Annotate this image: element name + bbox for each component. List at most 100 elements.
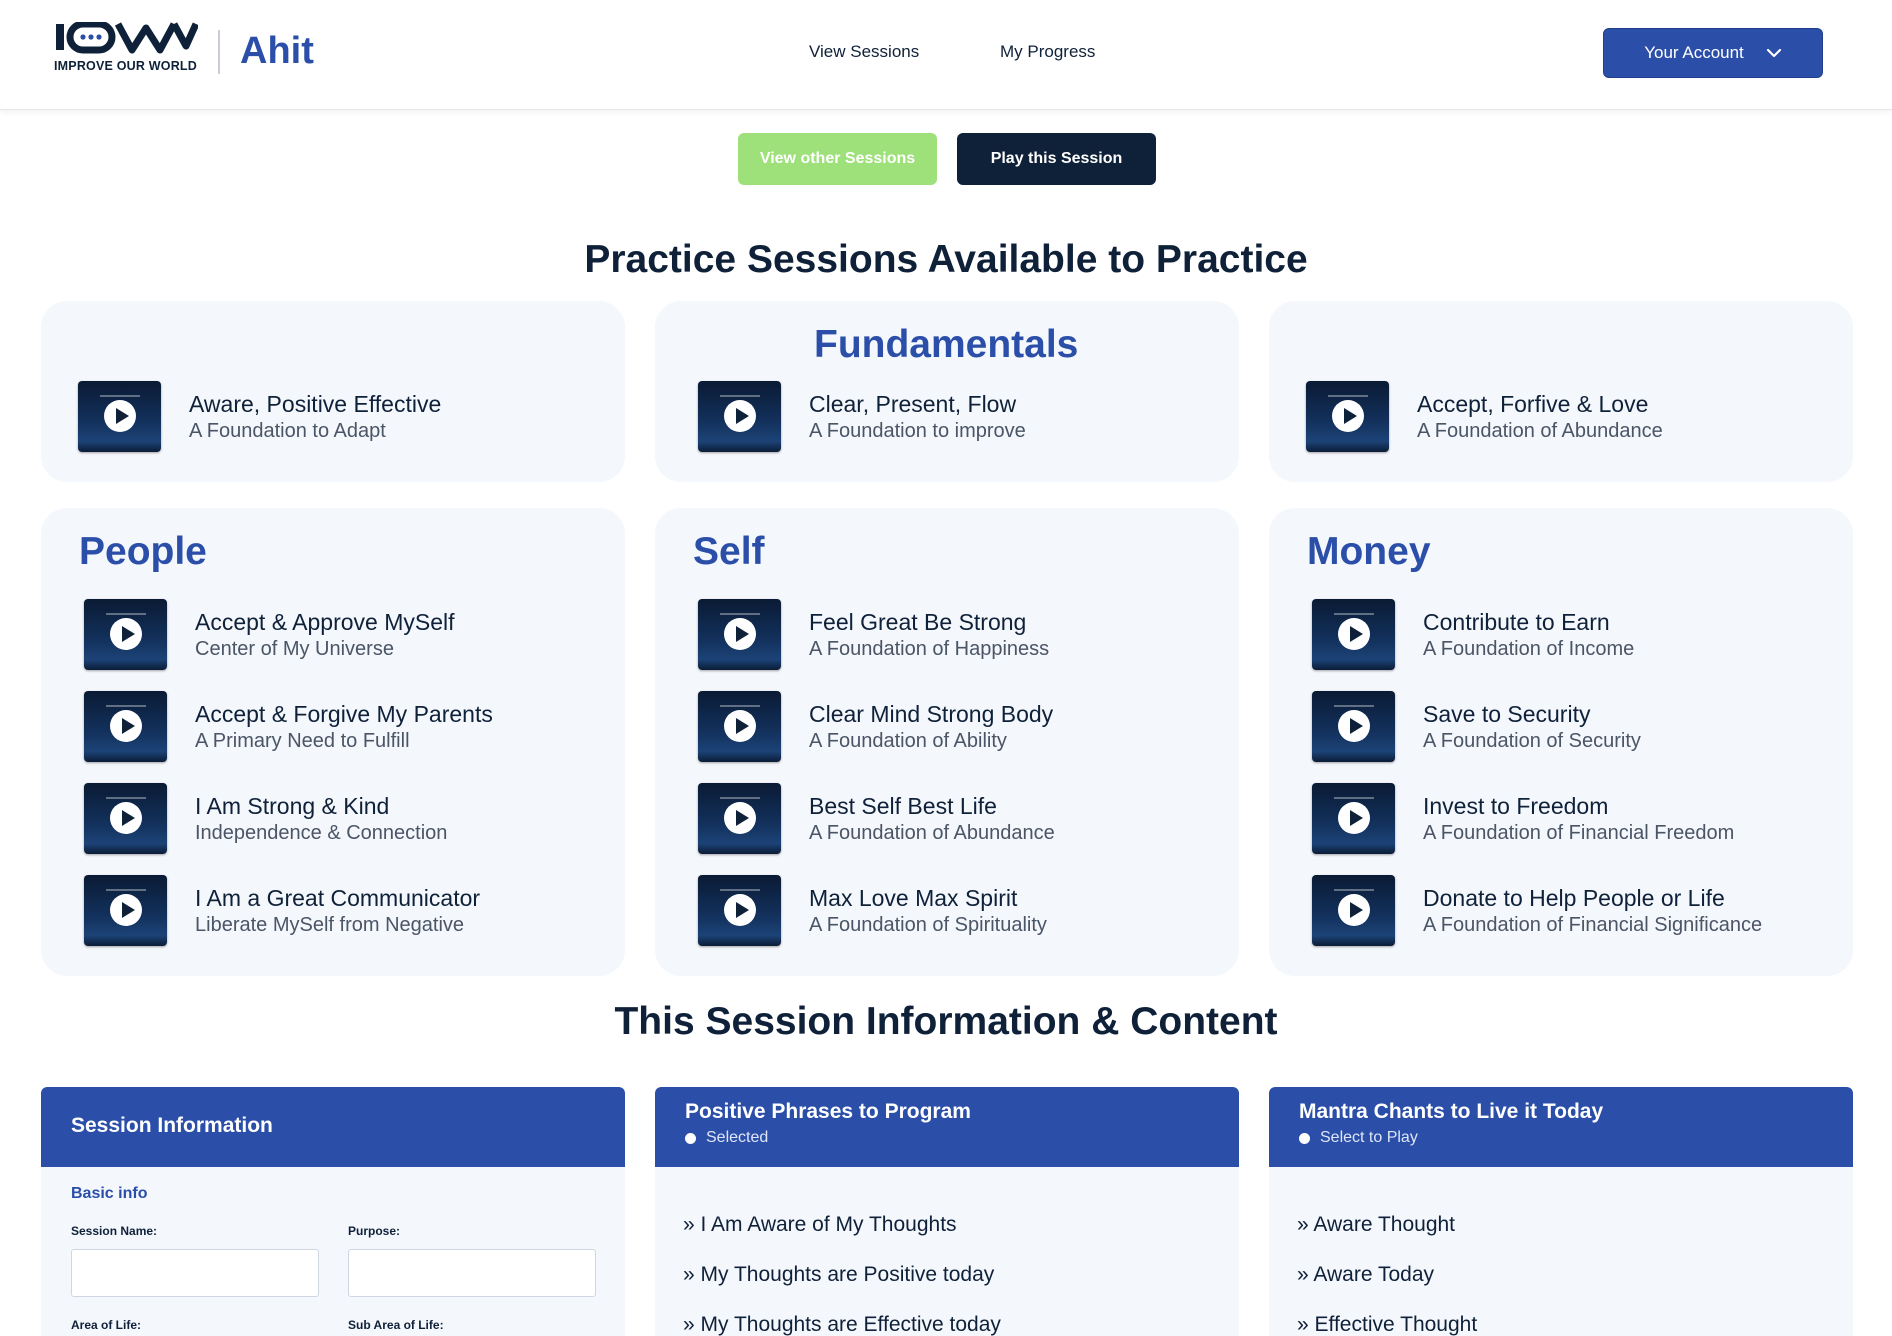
panel-header: Positive Phrases to Program Selected xyxy=(655,1087,1239,1167)
session-thumbnail[interactable] xyxy=(1312,875,1395,946)
session-title: Accept, Forfive & Love xyxy=(1417,390,1649,417)
logo-divider xyxy=(218,30,220,74)
radio-dot-icon xyxy=(1299,1132,1310,1144)
session-thumbnail[interactable] xyxy=(84,875,167,946)
iow-logo-mark xyxy=(56,22,198,54)
session-subtitle: A Foundation of Financial Freedom xyxy=(1423,821,1735,844)
session-thumbnail[interactable] xyxy=(84,599,167,670)
play-icon xyxy=(724,400,756,432)
session-title: Accept & Forgive My Parents xyxy=(195,700,493,727)
session-thumbnail[interactable] xyxy=(1312,691,1395,762)
session-thumbnail[interactable] xyxy=(698,599,781,670)
session-thumbnail[interactable] xyxy=(78,381,161,452)
view-other-sessions-button[interactable]: View other Sessions xyxy=(738,133,937,185)
mantra-item[interactable]: » Effective Thought xyxy=(1297,1313,1477,1336)
session-item[interactable]: Best Self Best Life A Foundation of Abund… xyxy=(698,783,1055,854)
play-icon xyxy=(1332,400,1364,432)
session-title: Clear, Present, Flow xyxy=(809,390,1017,417)
session-item[interactable]: Invest to Freedom A Foundation of Financi… xyxy=(1312,783,1734,854)
panel-subtitle: Select to Play xyxy=(1299,1129,1823,1147)
session-thumbnail[interactable] xyxy=(1306,381,1389,452)
session-title: Aware, Positive Effective xyxy=(189,390,442,417)
session-thumbnail[interactable] xyxy=(698,875,781,946)
panel-title: Session Information xyxy=(71,1114,273,1137)
chevron-down-icon xyxy=(1766,48,1781,58)
sub-area-of-life-label: Sub Area of Life: xyxy=(348,1318,444,1332)
session-item[interactable]: Save to Security A Foundation of Security xyxy=(1312,691,1641,762)
play-icon xyxy=(110,710,142,742)
nav-my-progress[interactable]: My Progress xyxy=(1000,42,1095,62)
select-to-play-label: Select to Play xyxy=(1320,1129,1418,1146)
category-title: People xyxy=(79,530,207,573)
iow-logo[interactable]: IMPROVE OUR WORLD xyxy=(54,22,202,73)
mantra-item[interactable]: » Aware Thought xyxy=(1297,1213,1455,1237)
session-title: Feel Great Be Strong xyxy=(809,608,1027,635)
session-item[interactable]: Accept, Forfive & Love A Foundation of A… xyxy=(1306,381,1663,452)
session-item[interactable]: Contribute to Earn A Foundation of Income xyxy=(1312,599,1634,670)
positive-phrases-panel: Positive Phrases to Program Selected » I… xyxy=(655,1087,1239,1336)
your-account-button[interactable]: Your Account xyxy=(1603,28,1823,78)
fundamentals-card-2: Fundamentals Clear, Present, Flow A Foun… xyxy=(655,301,1239,482)
session-subtitle: A Foundation of Abundance xyxy=(809,821,1055,844)
session-subtitle: A Foundation to improve xyxy=(809,419,1026,442)
session-thumbnail[interactable] xyxy=(1312,599,1395,670)
session-thumbnail[interactable] xyxy=(698,691,781,762)
top-header: IMPROVE OUR WORLD Ahit View Sessions My … xyxy=(0,0,1892,110)
session-item[interactable]: Accept & Forgive My Parents A Primary Nee… xyxy=(84,691,493,762)
nav-view-sessions[interactable]: View Sessions xyxy=(809,42,919,62)
session-subtitle: A Foundation of Security xyxy=(1423,729,1641,752)
session-title: Save to Security xyxy=(1423,700,1591,727)
your-account-label: Your Account xyxy=(1644,43,1744,62)
session-thumbnail[interactable] xyxy=(84,783,167,854)
phrase-item[interactable]: » My Thoughts are Positive today xyxy=(683,1263,994,1287)
play-icon xyxy=(110,894,142,926)
session-subtitle: Independence & Connection xyxy=(195,821,448,844)
session-subtitle: A Foundation to Adapt xyxy=(189,419,386,442)
area-of-life-label: Area of Life: xyxy=(71,1318,142,1332)
panel-title: Mantra Chants to Live it Today xyxy=(1299,1100,1604,1123)
session-subtitle: A Foundation of Income xyxy=(1423,637,1635,660)
session-title: Accept & Approve MySelf xyxy=(195,608,455,635)
fundamentals-card-1: Aware, Positive Effective A Foundation t… xyxy=(41,301,625,482)
session-subtitle: Liberate MySelf from Negative xyxy=(195,913,465,936)
session-item[interactable]: I Am a Great Communicator Liberate MySelf… xyxy=(84,875,480,946)
session-item[interactable]: I Am Strong & Kind Independence & Connect… xyxy=(84,783,447,854)
category-card-people: People Accept & Approve MySelf Center of … xyxy=(41,508,625,976)
play-icon xyxy=(1338,710,1370,742)
play-icon xyxy=(110,618,142,650)
selected-label: Selected xyxy=(706,1129,769,1146)
session-title: Invest to Freedom xyxy=(1423,792,1609,819)
session-item[interactable]: Max Love Max Spirit A Foundation of Spiri… xyxy=(698,875,1047,946)
session-title: I Am a Great Communicator xyxy=(195,884,481,911)
category-card-money: Money Contribute to Earn A Foundation of … xyxy=(1269,508,1853,976)
phrase-item[interactable]: » My Thoughts are Effective today xyxy=(683,1313,1001,1336)
play-this-session-button[interactable]: Play this Session xyxy=(957,133,1156,185)
play-icon xyxy=(1338,618,1370,650)
mantra-item[interactable]: » Aware Today xyxy=(1297,1263,1434,1287)
session-thumbnail[interactable] xyxy=(698,783,781,854)
session-item[interactable]: Donate to Help People or Life A Foundatio… xyxy=(1312,875,1762,946)
session-name-label: Session Name: xyxy=(71,1224,158,1238)
session-subtitle: A Primary Need to Fulfill xyxy=(195,729,410,752)
session-title: Clear Mind Strong Body xyxy=(809,700,1054,727)
session-title: Best Self Best Life xyxy=(809,792,997,819)
play-icon xyxy=(1338,802,1370,834)
session-item[interactable]: Clear, Present, Flow A Foundation to imp… xyxy=(698,381,1026,452)
session-thumbnail[interactable] xyxy=(698,381,781,452)
session-thumbnail[interactable] xyxy=(84,691,167,762)
purpose-input[interactable] xyxy=(348,1249,596,1297)
session-item[interactable]: Feel Great Be Strong A Foundation of Happ… xyxy=(698,599,1049,670)
panel-title: Positive Phrases to Program xyxy=(685,1100,971,1123)
phrase-item[interactable]: » I Am Aware of My Thoughts xyxy=(683,1213,957,1237)
session-thumbnail[interactable] xyxy=(1312,783,1395,854)
session-name-input[interactable] xyxy=(71,1249,319,1297)
session-item[interactable]: Accept & Approve MySelf Center of My Univ… xyxy=(84,599,455,670)
session-information-panel: Session Information Basic info Session N… xyxy=(41,1087,625,1336)
brand-name: Ahit xyxy=(240,30,314,72)
session-item[interactable]: Clear Mind Strong Body A Foundation of Ab… xyxy=(698,691,1053,762)
logo-tagline: IMPROVE OUR WORLD xyxy=(54,59,197,73)
session-subtitle: Center of My Universe xyxy=(195,637,394,660)
session-subtitle: A Foundation of Spirituality xyxy=(809,913,1047,936)
session-title: Donate to Help People or Life xyxy=(1423,884,1725,911)
session-item[interactable]: Aware, Positive Effective A Foundation t… xyxy=(78,381,441,452)
